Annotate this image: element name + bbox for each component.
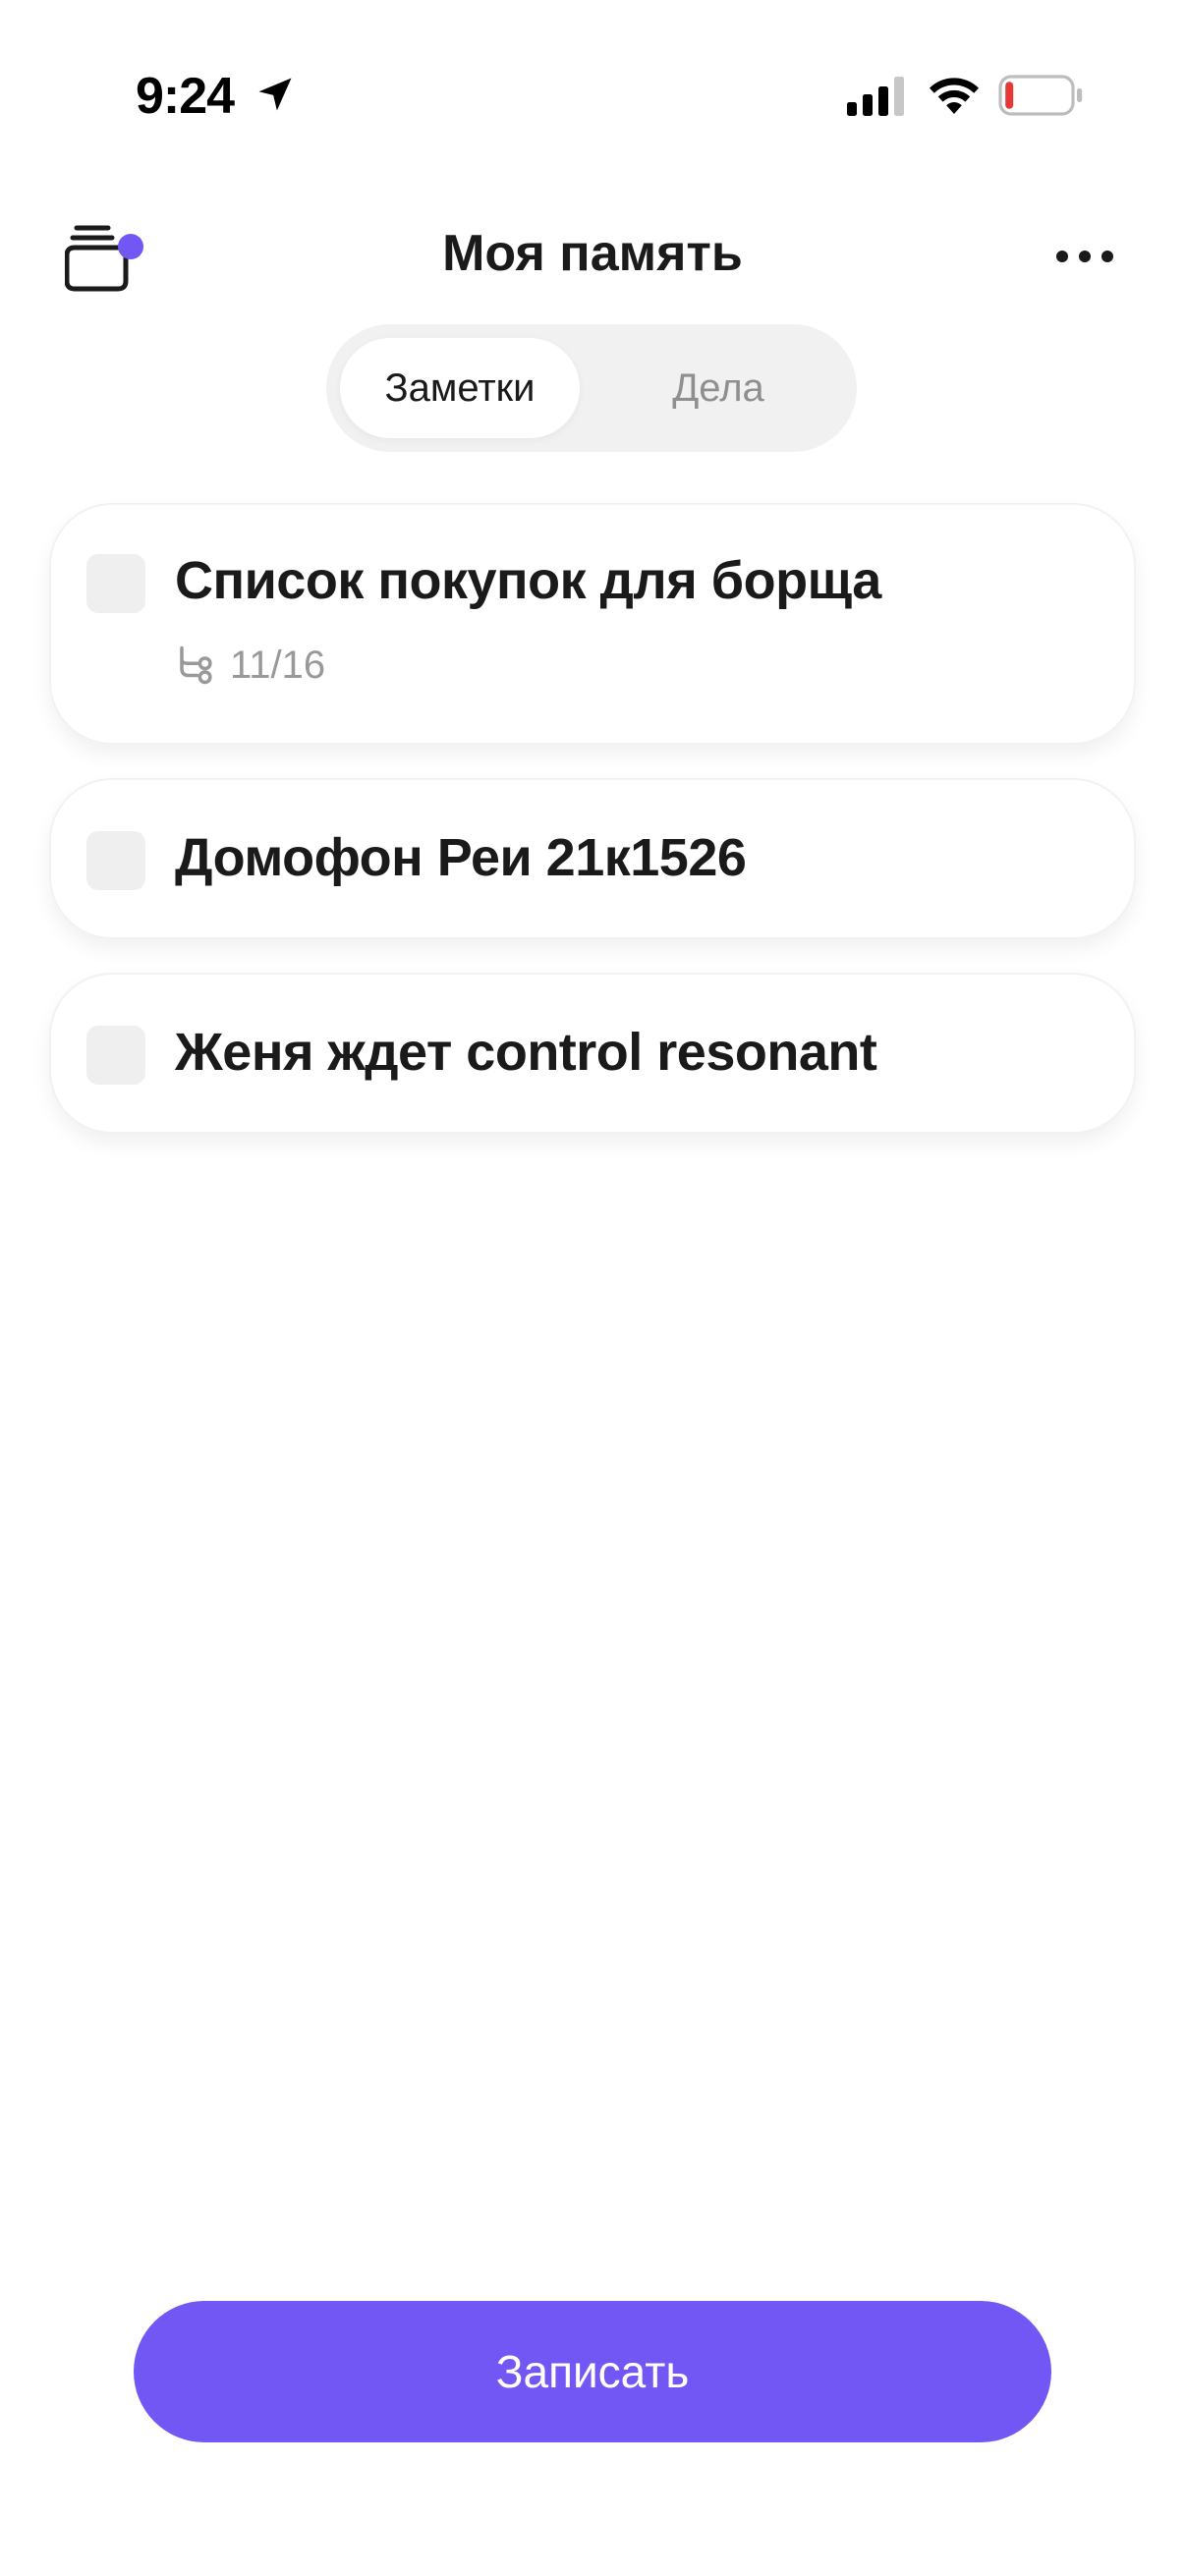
wifi-icon [930,78,979,114]
subtasks-icon [180,645,212,685]
tab-notes[interactable]: Заметки [340,338,580,438]
cellular-signal-icon [847,77,904,116]
note-card[interactable]: Женя ждет control resonant [49,973,1136,1134]
record-button[interactable]: Записать [134,2301,1051,2442]
status-time: 9:24 [136,68,235,125]
subtask-count: 11/16 [230,643,326,687]
battery-low-icon [998,75,1083,116]
tab-tasks[interactable]: Дела [593,338,843,438]
note-title: Список покупок для борща [175,551,881,610]
location-arrow-icon [258,78,292,111]
notes-list: Список покупок для борща 11/16 Домофон Р… [49,503,1136,1167]
note-card[interactable]: Домофон Реи 21к1526 [49,778,1136,939]
note-title: Женя ждет control resonant [175,1023,877,1082]
note-title: Домофон Реи 21к1526 [175,828,747,887]
screen: 9:24 Моя память Заметки Дела Список поку… [0,0,1185,2576]
status-bar: 9:24 [0,59,1185,138]
subtask-progress: 11/16 [175,641,325,690]
header: Моя память [0,206,1185,305]
note-checkbox[interactable] [86,1026,145,1085]
page-title: Моя память [442,225,743,282]
note-checkbox[interactable] [86,831,145,890]
note-checkbox[interactable] [86,554,145,613]
note-card[interactable]: Список покупок для борща 11/16 [49,503,1136,745]
more-dots-icon[interactable] [1047,232,1126,281]
tabs-segmented-control: Заметки Дела [326,324,857,452]
